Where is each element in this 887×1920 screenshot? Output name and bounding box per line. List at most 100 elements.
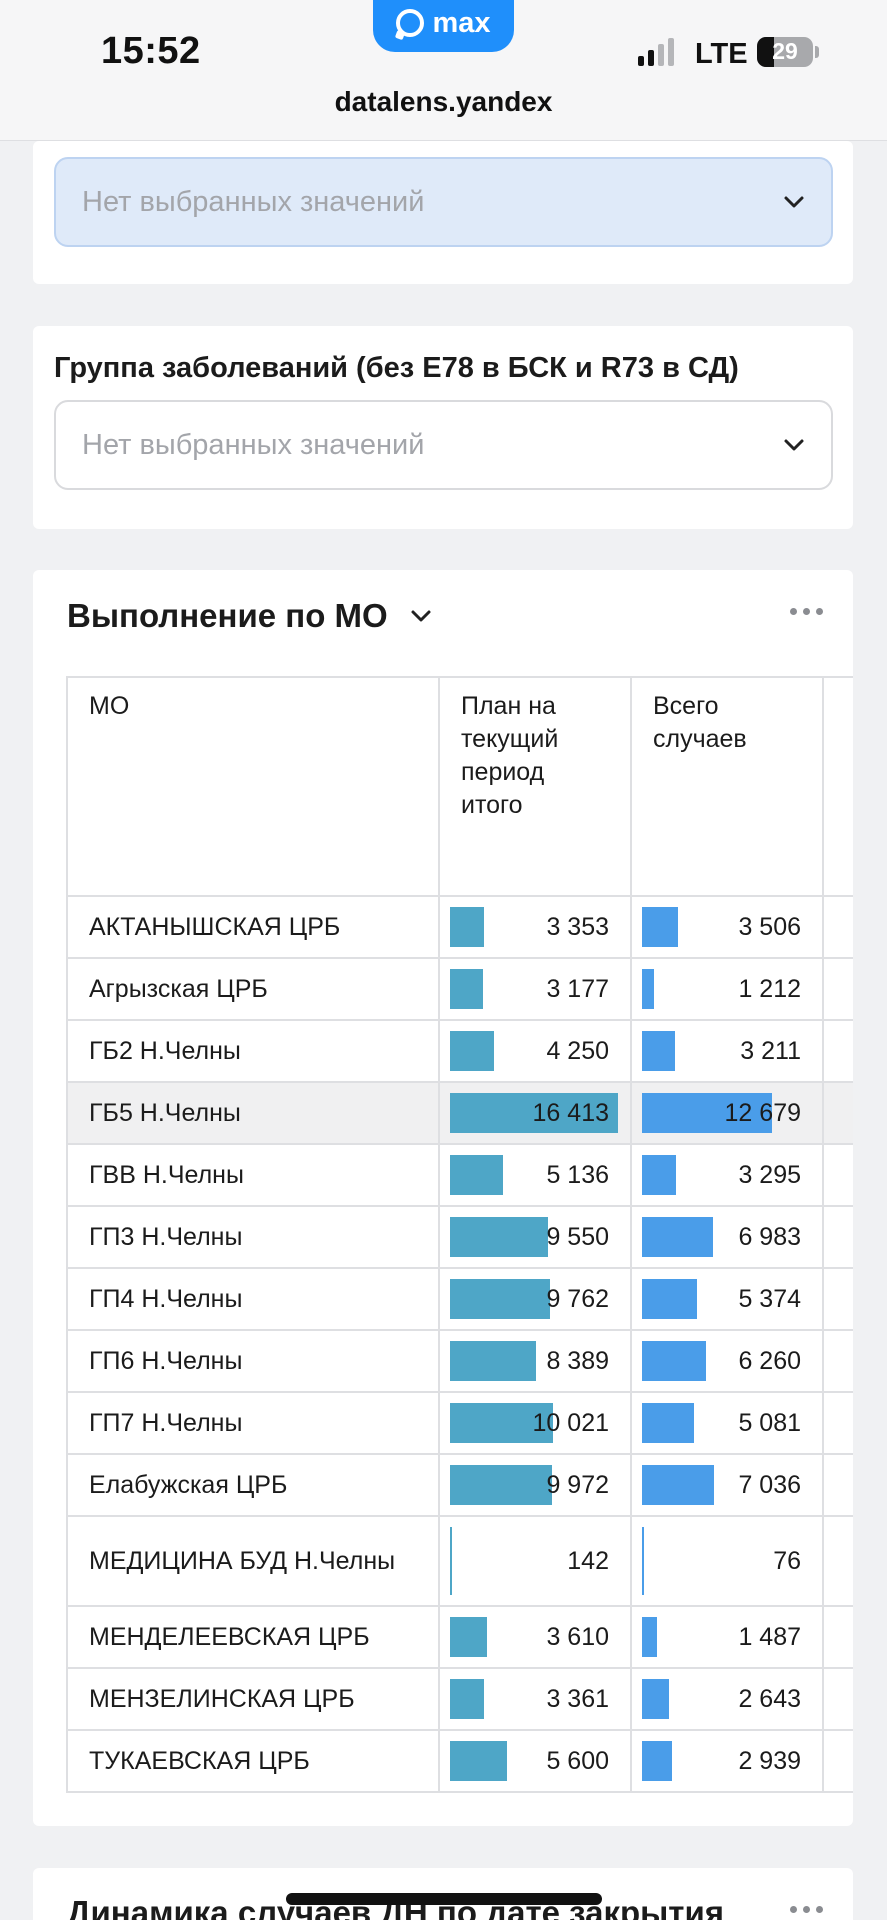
- cell-total: 5 081: [630, 1391, 824, 1455]
- chevron-down-icon: [411, 610, 431, 622]
- column-header-next[interactable]: [822, 676, 853, 897]
- table-row[interactable]: Елабужская ЦРБ 9 972 7 036: [66, 1453, 853, 1517]
- cell-next: [822, 1019, 853, 1083]
- cell-total: 6 260: [630, 1329, 824, 1393]
- value-total: 5 374: [738, 1284, 801, 1313]
- bar-plan: [450, 1155, 503, 1195]
- filter-placeholder: Нет выбранных значений: [82, 428, 425, 461]
- table-row[interactable]: Агрызская ЦРБ 3 177 1 212: [66, 957, 853, 1021]
- value-plan: 5 136: [546, 1160, 609, 1189]
- table-row[interactable]: ГВВ Н.Челны 5 136 3 295: [66, 1143, 853, 1207]
- table-row[interactable]: ГБ5 Н.Челны 16 413 12 679: [66, 1081, 853, 1145]
- bar-plan: [450, 1031, 494, 1071]
- value-total: 1 212: [738, 974, 801, 1003]
- table-row[interactable]: ТУКАЕВСКАЯ ЦРБ 5 600 2 939: [66, 1729, 853, 1793]
- mo-table: МО План на текущий период итого Всего сл…: [66, 676, 853, 1793]
- cell-plan: 3 361: [438, 1667, 632, 1731]
- url-bar[interactable]: datalens.yandex: [0, 86, 887, 118]
- cell-total: 5 374: [630, 1267, 824, 1331]
- cell-next: [822, 1329, 853, 1393]
- bar-total: [642, 1679, 669, 1719]
- cell-next: [822, 1453, 853, 1517]
- value-total: 3 506: [738, 912, 801, 941]
- cell-mo: ГБ5 Н.Челны: [66, 1081, 440, 1145]
- cell-mo: ГП6 Н.Челны: [66, 1329, 440, 1393]
- max-logo-icon: [396, 9, 425, 37]
- value-plan: 4 250: [546, 1036, 609, 1065]
- bar-total: [642, 1527, 644, 1595]
- cell-plan: 5 600: [438, 1729, 632, 1793]
- table-row[interactable]: ГБ2 Н.Челны 4 250 3 211: [66, 1019, 853, 1083]
- column-header-plan[interactable]: План на текущий период итого: [438, 676, 632, 897]
- more-menu-icon[interactable]: [790, 1906, 823, 1913]
- bar-total: [642, 1341, 706, 1381]
- cell-mo: ГБ2 Н.Челны: [66, 1019, 440, 1083]
- bar-total: [642, 1741, 672, 1781]
- table-viewport[interactable]: МО План на текущий период итого Всего сл…: [66, 676, 853, 1804]
- cell-total: 2 939: [630, 1729, 824, 1793]
- cell-mo: ГВВ Н.Челны: [66, 1143, 440, 1207]
- value-plan: 10 021: [532, 1408, 609, 1437]
- filter-select-disease-group[interactable]: Нет выбранных значений: [54, 400, 833, 490]
- value-total: 12 679: [724, 1098, 801, 1127]
- cell-next: [822, 1729, 853, 1793]
- cell-mo: Агрызская ЦРБ: [66, 957, 440, 1021]
- cell-mo: ТУКАЕВСКАЯ ЦРБ: [66, 1729, 440, 1793]
- cell-total: 76: [630, 1515, 824, 1607]
- cell-plan: 3 177: [438, 957, 632, 1021]
- value-plan: 3 177: [546, 974, 609, 1003]
- cell-plan: 3 353: [438, 895, 632, 959]
- value-plan: 8 389: [546, 1346, 609, 1375]
- filter-card-top: Нет выбранных значений: [33, 141, 853, 284]
- column-header-total[interactable]: Всего случаев: [630, 676, 824, 897]
- bar-plan: [450, 1341, 536, 1381]
- bar-total: [642, 1403, 694, 1443]
- bar-total: [642, 1465, 714, 1505]
- widget-title-text: Выполнение по МО: [67, 597, 388, 634]
- value-total: 6 260: [738, 1346, 801, 1375]
- table-row[interactable]: МЕНДЕЛЕЕВСКАЯ ЦРБ 3 610 1 487: [66, 1605, 853, 1669]
- cell-plan: 4 250: [438, 1019, 632, 1083]
- network-type: LTE: [695, 38, 748, 70]
- max-app-badge[interactable]: max: [373, 0, 514, 52]
- chevron-down-icon: [784, 196, 804, 208]
- cell-plan: 9 550: [438, 1205, 632, 1269]
- cell-mo: МЕНДЕЛЕЕВСКАЯ ЦРБ: [66, 1605, 440, 1669]
- cell-next: [822, 957, 853, 1021]
- cell-total: 6 983: [630, 1205, 824, 1269]
- value-total: 7 036: [738, 1470, 801, 1499]
- chevron-down-icon: [784, 439, 804, 451]
- widget-card-mo: Выполнение по МО МО План на текущий пери…: [33, 570, 853, 1826]
- table-row[interactable]: ГП3 Н.Челны 9 550 6 983: [66, 1205, 853, 1269]
- bar-plan: [450, 907, 484, 947]
- table-row[interactable]: ГП7 Н.Челны 10 021 5 081: [66, 1391, 853, 1455]
- cell-total: 7 036: [630, 1453, 824, 1517]
- cell-next: [822, 1515, 853, 1607]
- cell-total: 2 643: [630, 1667, 824, 1731]
- bar-plan: [450, 1527, 452, 1595]
- value-total: 76: [773, 1546, 801, 1575]
- table-row[interactable]: ГП4 Н.Челны 9 762 5 374: [66, 1267, 853, 1331]
- value-total: 1 487: [738, 1622, 801, 1651]
- bar-plan: [450, 1217, 548, 1257]
- column-header-mo[interactable]: МО: [66, 676, 440, 897]
- cell-plan: 10 021: [438, 1391, 632, 1455]
- value-total: 3 211: [740, 1036, 801, 1065]
- max-app-label: max: [432, 6, 491, 39]
- table-row[interactable]: АКТАНЫШСКАЯ ЦРБ 3 353 3 506: [66, 895, 853, 959]
- more-menu-icon[interactable]: [790, 608, 823, 615]
- table-row[interactable]: МЕДИЦИНА БУД Н.Челны 142 76: [66, 1515, 853, 1607]
- table-row[interactable]: ГП6 Н.Челны 8 389 6 260: [66, 1329, 853, 1393]
- bar-total: [642, 1155, 676, 1195]
- cell-mo: МЕНЗЕЛИНСКАЯ ЦРБ: [66, 1667, 440, 1731]
- bar-total: [642, 969, 654, 1009]
- filter-select-top[interactable]: Нет выбранных значений: [54, 157, 833, 247]
- table-row[interactable]: МЕНЗЕЛИНСКАЯ ЦРБ 3 361 2 643: [66, 1667, 853, 1731]
- value-total: 3 295: [738, 1160, 801, 1189]
- bar-total: [642, 1617, 657, 1657]
- cell-plan: 3 610: [438, 1605, 632, 1669]
- cell-total: 3 295: [630, 1143, 824, 1207]
- bar-plan: [450, 969, 483, 1009]
- cell-next: [822, 1205, 853, 1269]
- widget-title[interactable]: Выполнение по МО: [67, 597, 436, 635]
